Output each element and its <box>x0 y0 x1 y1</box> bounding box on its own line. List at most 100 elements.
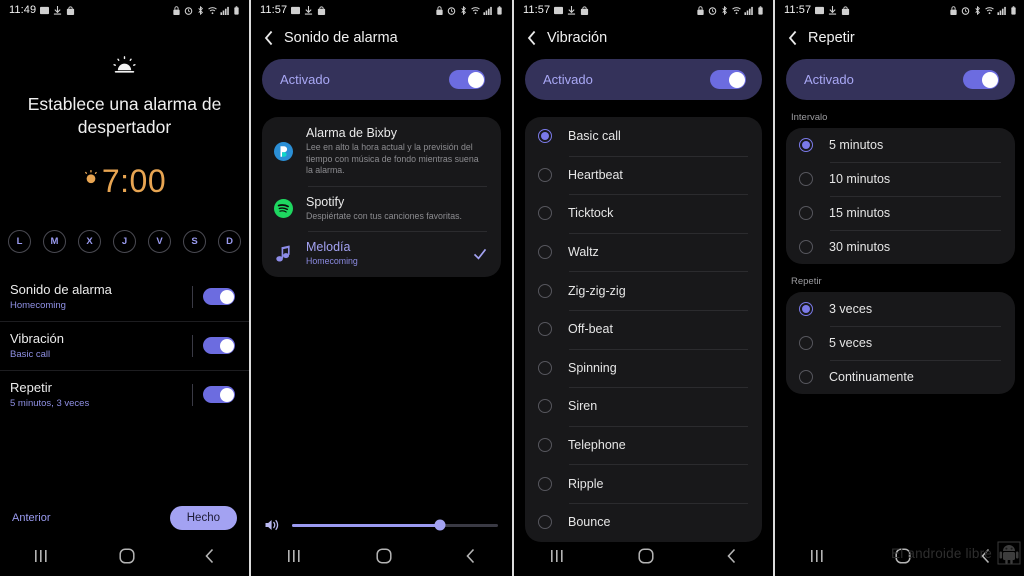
radio-icon[interactable] <box>538 245 552 260</box>
status-clock: 11:57 <box>523 4 551 16</box>
home-icon[interactable] <box>376 548 392 564</box>
status-left-2: 11:57 <box>260 4 326 16</box>
image-icon <box>40 6 50 15</box>
radio-icon[interactable] <box>799 370 813 384</box>
radio-icon[interactable] <box>538 515 552 530</box>
radio-icon[interactable] <box>538 438 552 453</box>
sound-options-card: Alarma de Bixby Lee en alto la hora actu… <box>262 117 501 277</box>
radio-icon[interactable] <box>799 138 813 152</box>
chevron-left-icon[interactable] <box>788 30 798 46</box>
vibration-option-basic-call[interactable]: Basic call <box>525 117 762 156</box>
vibration-option-ticktock[interactable]: Ticktock <box>525 194 762 233</box>
volume-thumb[interactable] <box>434 519 446 531</box>
enabled-banner-3[interactable]: Activado <box>525 59 762 100</box>
vibration-option-siren[interactable]: Siren <box>525 387 762 426</box>
radio-icon[interactable] <box>799 172 813 186</box>
setting-row-alarm-sound[interactable]: Sonido de alarma Homecoming <box>0 273 249 321</box>
repeat-option-3-veces[interactable]: 3 veces <box>786 292 1015 326</box>
enabled-banner-2[interactable]: Activado <box>262 59 501 100</box>
status-right-3 <box>696 5 765 15</box>
home-icon[interactable] <box>638 548 654 564</box>
previous-button[interactable]: Anterior <box>12 512 51 524</box>
day-toggle-j[interactable]: J <box>113 230 136 253</box>
recents-icon[interactable] <box>550 549 566 563</box>
recents-icon[interactable] <box>34 549 50 563</box>
day-toggle-l[interactable]: L <box>8 230 31 253</box>
enabled-toggle[interactable] <box>710 70 746 89</box>
option-label: Continuamente <box>829 370 914 384</box>
chevron-left-icon[interactable] <box>527 30 537 46</box>
interval-option-15-minutos[interactable]: 15 minutos <box>786 196 1015 230</box>
repeat-toggle[interactable] <box>203 386 235 403</box>
day-toggle-m[interactable]: M <box>43 230 66 253</box>
vibration-option-zig-zig-zig[interactable]: Zig-zig-zig <box>525 271 762 310</box>
interval-option-5-minutos[interactable]: 5 minutos <box>786 128 1015 162</box>
day-toggle-v[interactable]: V <box>148 230 171 253</box>
enabled-banner-4[interactable]: Activado <box>786 59 1015 100</box>
chevron-left-icon[interactable] <box>264 30 274 46</box>
row-right <box>192 334 235 357</box>
day-toggle-x[interactable]: X <box>78 230 101 253</box>
vibration-option-spinning[interactable]: Spinning <box>525 348 762 388</box>
sound-option-spotify[interactable]: Spotify Despiértate con tus canciones fa… <box>262 185 501 232</box>
radio-icon[interactable] <box>538 167 552 182</box>
radio-icon[interactable] <box>799 240 813 254</box>
setting-row-vibration[interactable]: Vibración Basic call <box>0 321 249 370</box>
repeat-option-5-veces[interactable]: 5 veces <box>786 326 1015 360</box>
recents-icon[interactable] <box>287 549 303 563</box>
radio-icon[interactable] <box>538 129 552 144</box>
back-icon[interactable] <box>726 548 737 564</box>
radio-icon[interactable] <box>538 206 552 221</box>
option-label: 30 minutos <box>829 240 891 254</box>
spotify-icon <box>273 198 293 218</box>
interval-option-30-minutos[interactable]: 30 minutos <box>786 230 1015 264</box>
radio-icon[interactable] <box>799 302 813 316</box>
vibration-toggle[interactable] <box>203 337 235 354</box>
sound-option-bixby[interactable]: Alarma de Bixby Lee en alto la hora actu… <box>262 117 501 186</box>
repeat-option-continuamente[interactable]: Continuamente <box>786 360 1015 394</box>
back-icon[interactable] <box>204 548 215 564</box>
interval-option-10-minutos[interactable]: 10 minutos <box>786 162 1015 196</box>
banner-label: Activado <box>280 72 330 87</box>
enabled-toggle[interactable] <box>963 70 999 89</box>
day-toggle-d[interactable]: D <box>218 230 241 253</box>
back-icon[interactable] <box>465 548 476 564</box>
radio-icon[interactable] <box>799 336 813 350</box>
day-toggle-s[interactable]: S <box>183 230 206 253</box>
home-icon[interactable] <box>895 548 911 564</box>
radio-icon[interactable] <box>538 360 552 375</box>
alarm-icon <box>184 6 193 15</box>
volume-track[interactable] <box>292 519 498 531</box>
sound-option-melody[interactable]: Melodía Homecoming <box>262 231 501 277</box>
bluetooth-icon <box>196 5 205 15</box>
radio-icon[interactable] <box>799 206 813 220</box>
back-icon[interactable] <box>980 548 991 564</box>
setting-row-repeat[interactable]: Repetir 5 minutos, 3 veces <box>0 370 249 419</box>
done-button[interactable]: Hecho <box>169 506 237 530</box>
bluetooth-icon <box>720 5 729 15</box>
alarm-sound-toggle[interactable] <box>203 288 235 305</box>
recents-icon[interactable] <box>810 549 826 563</box>
vibration-option-ripple[interactable]: Ripple <box>525 464 762 503</box>
bag-icon <box>580 5 589 15</box>
radio-icon[interactable] <box>538 283 552 298</box>
radio-icon[interactable] <box>538 322 552 337</box>
volume-slider-row[interactable] <box>251 518 512 532</box>
interval-group-label: Intervalo <box>791 112 828 123</box>
vibration-option-off-beat[interactable]: Off-beat <box>525 309 762 349</box>
alarm-time-row[interactable]: 7:00 <box>0 163 249 200</box>
option-subtitle: Despiértate con tus canciones favoritas. <box>306 210 462 221</box>
weekday-selector[interactable]: L M X J V S D <box>8 230 241 253</box>
wifi-icon <box>471 6 480 15</box>
vibration-option-waltz[interactable]: Waltz <box>525 232 762 272</box>
vibration-option-heartbeat[interactable]: Heartbeat <box>525 155 762 195</box>
vibration-option-telephone[interactable]: Telephone <box>525 425 762 465</box>
lock-icon <box>949 5 958 15</box>
home-icon[interactable] <box>119 548 135 564</box>
radio-icon[interactable] <box>538 476 552 491</box>
option-label: Heartbeat <box>568 167 623 182</box>
banner-label: Activado <box>804 72 854 87</box>
enabled-toggle[interactable] <box>449 70 485 89</box>
status-clock: 11:57 <box>784 4 812 16</box>
radio-icon[interactable] <box>538 399 552 414</box>
